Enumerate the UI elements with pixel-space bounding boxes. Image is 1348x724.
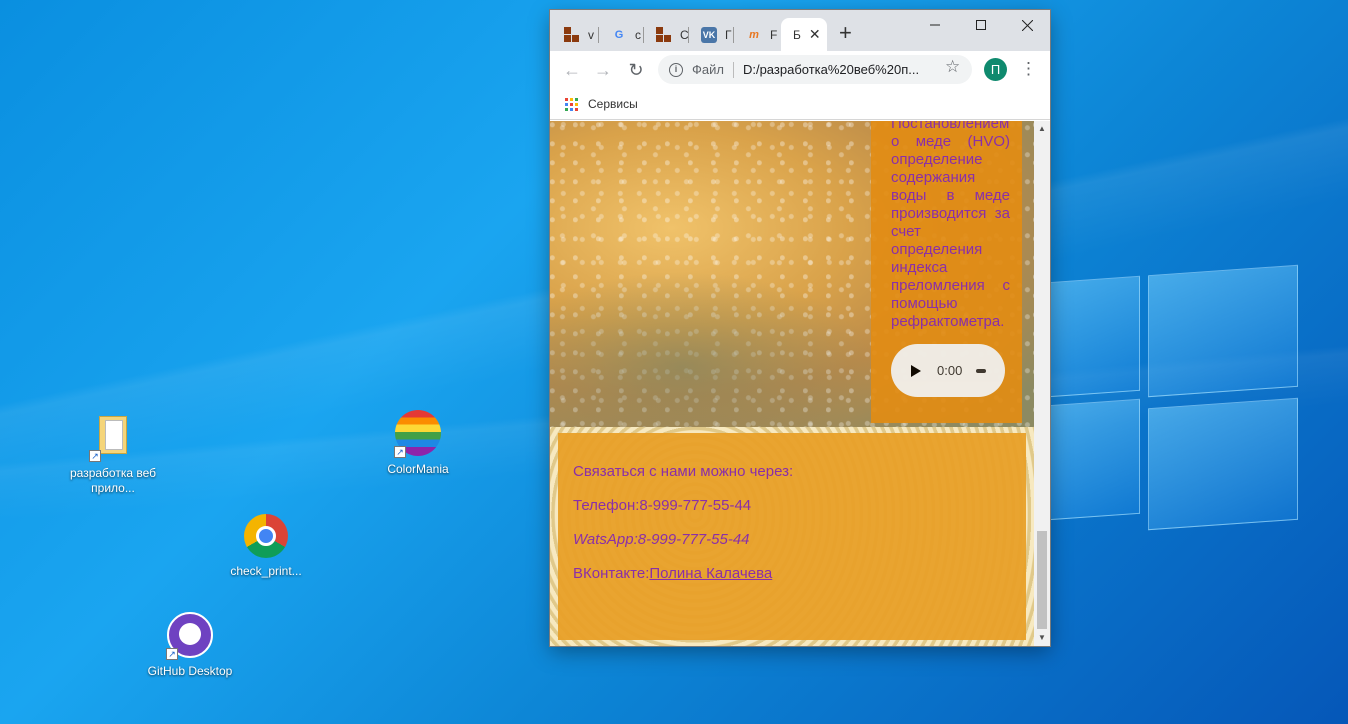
tab-title: v [588,27,594,42]
browser-toolbar: ← → ↻ i Файл D:/разработка%20веб%20п... … [550,51,1050,88]
brick-favicon-icon [656,26,672,43]
tab-title: Г [725,27,732,42]
shortcut-arrow-icon: ↗ [89,450,101,462]
shortcut-arrow-icon: ↗ [394,446,406,458]
address-bar[interactable]: i Файл D:/разработка%20веб%20п... [658,55,972,84]
google-favicon-icon: G [614,28,624,41]
bookmarks-bar: Сервисы [550,88,1050,120]
info-icon[interactable]: i [669,62,683,77]
info-box: Постановлением о меде (HVO) определение … [871,121,1022,423]
browser-window: v G c С VK Г m F Б ✕ + ← → ↻ i Файл D:/р… [550,10,1050,646]
tab-6-active[interactable]: Б ✕ [781,18,827,51]
desktop-icon-label: разработка веб прило... [69,466,156,495]
tab-strip: v G c С VK Г m F Б ✕ + [550,10,1050,51]
url-text: D:/разработка%20веб%20п... [742,62,920,77]
rainbow-ball-icon: ↗ [394,410,442,458]
page-viewport: Постановлением о меде (HVO) определение … [550,121,1034,646]
tab-2[interactable]: G c [599,18,644,51]
desktop-icon-label: ColorMania [387,462,449,476]
vk-prefix: ВКонтакте: [573,565,650,582]
kebab-menu-icon[interactable]: ⋮ [1020,58,1037,80]
close-window-button[interactable] [1004,10,1050,40]
windows-logo-wallpaper [1020,264,1320,531]
vk-favicon-icon: VK [701,26,717,43]
tab-4[interactable]: VK Г [689,18,734,51]
profile-avatar[interactable]: П [984,58,1007,81]
desktop-icon-github[interactable]: ↗ GitHub Desktop [145,612,235,679]
folder-icon: ↗ [89,414,137,462]
tab-title: F [770,27,778,42]
tab-5[interactable]: m F [734,18,781,51]
tab-3[interactable]: С [644,18,689,51]
reload-icon[interactable]: ↻ [624,58,648,82]
maximize-button[interactable] [958,10,1004,40]
contact-vk: ВКонтакте:Полина Калачева [573,565,1026,583]
chrome-icon [242,512,290,560]
page-scrollbar[interactable]: ▲ ▼ [1034,121,1050,646]
scrollbar-thumb[interactable] [1037,531,1047,629]
desktop-icon-colormania[interactable]: ↗ ColorMania [373,410,463,477]
apps-bookmark[interactable]: Сервисы [588,97,638,111]
tab-title: c [635,27,641,42]
contact-intro: Связаться с нами можно через: [573,463,794,480]
volume-icon[interactable] [976,368,987,373]
forward-arrow-icon[interactable]: → [591,58,615,82]
audio-time: 0:00 [937,363,963,378]
scroll-down-arrow-icon[interactable]: ▼ [1034,630,1050,646]
bookmark-star-icon[interactable]: ☆ [945,57,960,77]
shortcut-arrow-icon: ↗ [166,648,178,660]
scheme-label: Файл [692,62,724,77]
desktop-icon-label: GitHub Desktop [147,664,233,678]
close-tab-icon[interactable]: ✕ [809,26,821,43]
scroll-up-arrow-icon[interactable]: ▲ [1034,121,1050,137]
back-arrow-icon[interactable]: ← [560,58,584,82]
contact-box: Связаться с нами можно через: Телефон:8-… [558,433,1026,640]
desktop-icon-chrome[interactable]: check_print... [221,512,311,579]
play-icon[interactable] [911,364,921,377]
github-desktop-icon: ↗ [166,612,214,660]
brick-favicon-icon [564,26,580,43]
audio-player[interactable]: 0:00 [891,344,1005,397]
new-tab-button[interactable]: + [839,22,852,44]
tab-1[interactable]: v [552,18,599,51]
vk-link[interactable]: Полина Калачева [649,565,772,582]
info-text: Постановлением о меде (HVO) определение … [891,121,1010,330]
tab-title: Б [793,27,801,42]
minimize-button[interactable] [912,10,958,40]
apps-grid-icon[interactable] [565,98,578,111]
contact-whatsapp: WatsApp:8-999-777-55-44 [573,531,750,548]
contact-phone: Телефон:8-999-777-55-44 [573,497,752,514]
desktop-icon-folder[interactable]: ↗ разработка веб прило... [68,414,158,496]
fm-favicon-icon: m [749,28,759,41]
desktop-icon-label: check_print... [230,564,302,578]
